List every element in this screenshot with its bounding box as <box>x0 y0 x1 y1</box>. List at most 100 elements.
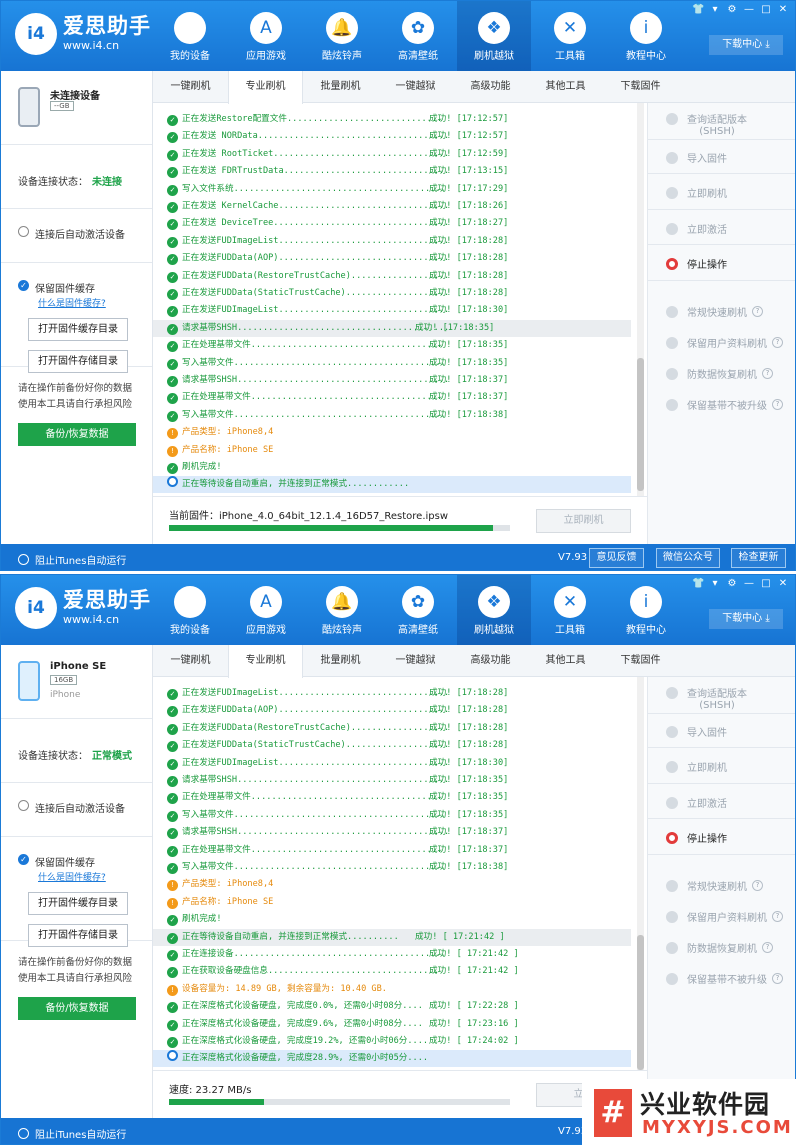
close-icon[interactable]: ✕ <box>777 578 789 589</box>
flash-now-button[interactable]: 立即刷机 <box>536 509 631 533</box>
tab-2[interactable]: 批量刷机 <box>303 71 378 103</box>
tab-1[interactable]: 专业刷机 <box>228 645 303 678</box>
radio-icon[interactable] <box>666 398 678 411</box>
help-icon[interactable]: ? <box>772 337 783 348</box>
nav-item-2[interactable]: 🔔 酷炫铃声 <box>305 1 379 71</box>
minimize-icon[interactable]: — <box>743 578 755 589</box>
minimize-icon[interactable]: — <box>743 4 755 15</box>
help-icon[interactable]: ? <box>772 973 783 984</box>
maximize-icon[interactable]: □ <box>760 578 772 589</box>
tab-3[interactable]: 一键越狱 <box>378 645 453 677</box>
nav-item-4[interactable]: ❖ 刷机越狱 <box>457 575 531 645</box>
gear-icon[interactable]: ⚙ <box>726 4 738 15</box>
radio-icon[interactable] <box>666 910 678 923</box>
backup-restore-button[interactable]: 备份/恢复数据 <box>18 997 136 1020</box>
radio-icon[interactable] <box>666 305 678 318</box>
radio-icon[interactable] <box>18 226 29 237</box>
help-icon[interactable]: ? <box>752 880 763 891</box>
help-icon[interactable]: ? <box>772 399 783 410</box>
what-cache-link[interactable]: 什么是固件缓存? <box>38 296 152 309</box>
log-scrollbar[interactable] <box>637 677 644 1070</box>
auto-activate-option[interactable]: 连接后自动激活设备 <box>1 783 152 837</box>
tab-6[interactable]: 下载固件 <box>603 645 678 677</box>
flash-mode-option-0[interactable]: 常规快速刷机? <box>666 304 763 319</box>
query-version-button[interactable]: 查询适配版本 (SHSH) <box>666 685 747 711</box>
tab-3[interactable]: 一键越狱 <box>378 71 453 103</box>
scrollbar-thumb[interactable] <box>637 935 644 1070</box>
nav-item-1[interactable]: A 应用游戏 <box>229 1 303 71</box>
auto-activate-option[interactable]: 连接后自动激活设备 <box>1 209 152 263</box>
radio-icon[interactable] <box>666 336 678 349</box>
flash-mode-option-1[interactable]: 保留用户资料刷机? <box>666 909 783 924</box>
open-store-dir-button[interactable]: 打开固件存储目录 <box>28 350 128 373</box>
radio-icon[interactable] <box>666 879 678 892</box>
gear-icon[interactable]: ⚙ <box>726 578 738 589</box>
nav-item-5[interactable]: ✕ 工具箱 <box>533 1 607 71</box>
nav-item-1[interactable]: A 应用游戏 <box>229 575 303 645</box>
tab-5[interactable]: 其他工具 <box>528 645 603 677</box>
nav-item-2[interactable]: 🔔 酷炫铃声 <box>305 575 379 645</box>
block-itunes-toggle[interactable]: 阻止iTunes自动运行 <box>18 1126 126 1141</box>
dropdown-icon[interactable]: ▾ <box>709 4 721 15</box>
tab-4[interactable]: 高级功能 <box>453 645 528 677</box>
tab-0[interactable]: 一键刷机 <box>153 645 228 677</box>
help-icon[interactable]: ? <box>752 306 763 317</box>
radio-icon[interactable] <box>666 941 678 954</box>
scrollbar-thumb[interactable] <box>637 358 644 491</box>
open-store-dir-button[interactable]: 打开固件存储目录 <box>28 924 128 947</box>
tab-1[interactable]: 专业刷机 <box>228 71 303 104</box>
backup-restore-button[interactable]: 备份/恢复数据 <box>18 423 136 446</box>
radio-icon[interactable] <box>18 554 29 565</box>
nav-item-3[interactable]: ✿ 高清壁纸 <box>381 575 455 645</box>
radio-icon[interactable] <box>18 1128 29 1139</box>
flash-mode-option-3[interactable]: 保留基带不被升级? <box>666 971 783 986</box>
activate-now-button[interactable]: 立即激活 <box>666 221 727 236</box>
tab-6[interactable]: 下载固件 <box>603 71 678 103</box>
tab-0[interactable]: 一键刷机 <box>153 71 228 103</box>
radio-icon[interactable] <box>666 367 678 380</box>
feedback-button[interactable]: 意见反馈 <box>589 548 644 568</box>
nav-item-5[interactable]: ✕ 工具箱 <box>533 575 607 645</box>
flash-mode-option-2[interactable]: 防数据恢复刷机? <box>666 940 773 955</box>
help-icon[interactable]: ? <box>762 368 773 379</box>
what-cache-link[interactable]: 什么是固件缓存? <box>38 870 152 883</box>
download-center-button[interactable]: 下载中心 ⤓ <box>709 35 783 55</box>
dropdown-icon[interactable]: ▾ <box>709 578 721 589</box>
flash-mode-option-0[interactable]: 常规快速刷机? <box>666 878 763 893</box>
nav-item-4[interactable]: ❖ 刷机越狱 <box>457 1 531 71</box>
wechat-button[interactable]: 微信公众号 <box>656 548 720 568</box>
skin-icon[interactable]: 👕 <box>692 578 704 589</box>
tab-2[interactable]: 批量刷机 <box>303 645 378 677</box>
tab-5[interactable]: 其他工具 <box>528 71 603 103</box>
checkbox-checked-icon[interactable]: ✓ <box>18 280 29 291</box>
flash-mode-option-1[interactable]: 保留用户资料刷机? <box>666 335 783 350</box>
block-itunes-toggle[interactable]: 阻止iTunes自动运行 <box>18 552 126 567</box>
skin-icon[interactable]: 👕 <box>692 4 704 15</box>
stop-button[interactable]: 停止操作 <box>666 256 727 271</box>
download-center-button[interactable]: 下载中心 ⤓ <box>709 609 783 629</box>
flash-now-side-button[interactable]: 立即刷机 <box>666 185 727 200</box>
nav-item-6[interactable]: i 教程中心 <box>609 575 683 645</box>
stop-button[interactable]: 停止操作 <box>666 830 727 845</box>
activate-now-button[interactable]: 立即激活 <box>666 795 727 810</box>
close-icon[interactable]: ✕ <box>777 4 789 15</box>
nav-item-6[interactable]: i 教程中心 <box>609 1 683 71</box>
help-icon[interactable]: ? <box>772 911 783 922</box>
flash-now-side-button[interactable]: 立即刷机 <box>666 759 727 774</box>
open-cache-dir-button[interactable]: 打开固件缓存目录 <box>28 892 128 915</box>
open-cache-dir-button[interactable]: 打开固件缓存目录 <box>28 318 128 341</box>
checkbox-checked-icon[interactable]: ✓ <box>18 854 29 865</box>
check-update-button[interactable]: 检查更新 <box>731 548 786 568</box>
import-firmware-button[interactable]: 导入固件 <box>666 150 727 165</box>
radio-icon[interactable] <box>666 972 678 985</box>
help-icon[interactable]: ? <box>762 942 773 953</box>
nav-item-0[interactable]: 我的设备 <box>153 575 227 645</box>
tab-4[interactable]: 高级功能 <box>453 71 528 103</box>
flash-mode-option-3[interactable]: 保留基带不被升级? <box>666 397 783 412</box>
log-scrollbar[interactable] <box>637 103 644 496</box>
flash-mode-option-2[interactable]: 防数据恢复刷机? <box>666 366 773 381</box>
nav-item-3[interactable]: ✿ 高清壁纸 <box>381 1 455 71</box>
nav-item-0[interactable]: 我的设备 <box>153 1 227 71</box>
radio-icon[interactable] <box>18 800 29 811</box>
maximize-icon[interactable]: □ <box>760 4 772 15</box>
